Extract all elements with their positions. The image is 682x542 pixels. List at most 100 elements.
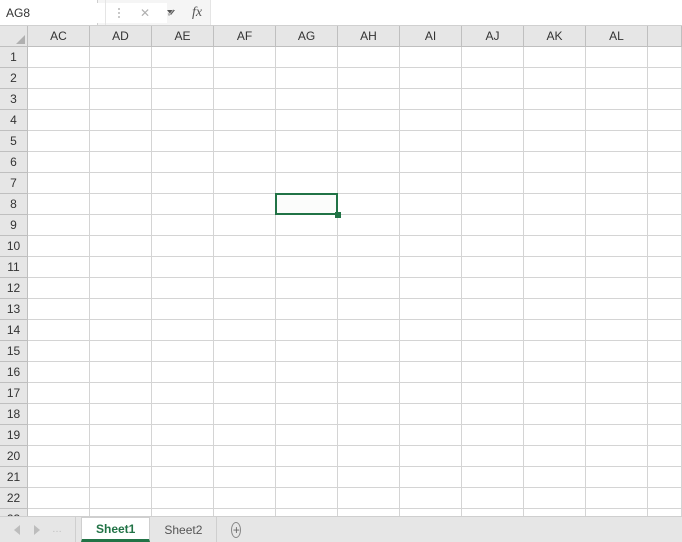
cell[interactable] <box>90 383 152 404</box>
cell[interactable] <box>400 110 462 131</box>
cell[interactable] <box>400 509 462 516</box>
cell[interactable] <box>276 299 338 320</box>
column-header[interactable] <box>648 26 682 47</box>
cell[interactable] <box>152 362 214 383</box>
cell[interactable] <box>28 299 90 320</box>
cell[interactable] <box>28 110 90 131</box>
cell[interactable] <box>214 257 276 278</box>
cell[interactable] <box>462 404 524 425</box>
cell[interactable] <box>524 68 586 89</box>
cell[interactable] <box>586 152 648 173</box>
row-header[interactable]: 7 <box>0 173 28 194</box>
column-header[interactable]: AG <box>276 26 338 47</box>
cell[interactable] <box>28 89 90 110</box>
cell[interactable] <box>152 236 214 257</box>
cell[interactable] <box>524 404 586 425</box>
cell[interactable] <box>648 341 682 362</box>
cell[interactable] <box>90 47 152 68</box>
cell[interactable] <box>28 446 90 467</box>
cell[interactable] <box>276 236 338 257</box>
formula-confirm-button[interactable]: ✓ <box>158 0 184 25</box>
cell[interactable] <box>524 299 586 320</box>
cell[interactable] <box>338 173 400 194</box>
cell[interactable] <box>400 446 462 467</box>
cell[interactable] <box>214 131 276 152</box>
row-header[interactable]: 1 <box>0 47 28 68</box>
cell[interactable] <box>524 173 586 194</box>
cell[interactable] <box>586 362 648 383</box>
cell[interactable] <box>338 509 400 516</box>
cell[interactable] <box>586 110 648 131</box>
cell[interactable] <box>28 488 90 509</box>
column-header[interactable]: AC <box>28 26 90 47</box>
cell[interactable] <box>28 278 90 299</box>
cell[interactable] <box>28 47 90 68</box>
cell[interactable] <box>586 467 648 488</box>
cell[interactable] <box>400 194 462 215</box>
formula-input[interactable] <box>210 0 682 25</box>
cell[interactable] <box>648 425 682 446</box>
cell[interactable] <box>90 299 152 320</box>
cell[interactable] <box>90 89 152 110</box>
cell[interactable] <box>214 173 276 194</box>
cell[interactable] <box>28 215 90 236</box>
cell[interactable] <box>338 236 400 257</box>
cell[interactable] <box>648 488 682 509</box>
cell[interactable] <box>338 488 400 509</box>
formula-bar-more-button[interactable] <box>106 0 132 25</box>
cell[interactable] <box>214 341 276 362</box>
new-sheet-button[interactable]: + <box>217 517 255 542</box>
cell[interactable] <box>90 110 152 131</box>
cell[interactable] <box>586 194 648 215</box>
row-header[interactable]: 10 <box>0 236 28 257</box>
row-header[interactable]: 6 <box>0 152 28 173</box>
cell[interactable] <box>462 509 524 516</box>
cell[interactable] <box>524 47 586 68</box>
cell[interactable] <box>586 236 648 257</box>
cell[interactable] <box>338 425 400 446</box>
cell[interactable] <box>152 152 214 173</box>
cell[interactable] <box>462 257 524 278</box>
formula-cancel-button[interactable]: ✕ <box>132 0 158 25</box>
cell[interactable] <box>276 173 338 194</box>
cell[interactable] <box>586 383 648 404</box>
cell[interactable] <box>524 425 586 446</box>
cell[interactable] <box>90 446 152 467</box>
cell[interactable] <box>462 89 524 110</box>
sheet-tab[interactable]: Sheet1 <box>81 517 150 542</box>
cell[interactable] <box>338 383 400 404</box>
cell[interactable] <box>338 68 400 89</box>
tab-scroll-left-button[interactable] <box>10 517 24 542</box>
cell[interactable] <box>214 89 276 110</box>
cell[interactable] <box>28 425 90 446</box>
cell[interactable] <box>400 404 462 425</box>
cell[interactable] <box>152 68 214 89</box>
cell[interactable] <box>524 320 586 341</box>
cell[interactable] <box>276 341 338 362</box>
cell[interactable] <box>648 278 682 299</box>
column-header[interactable]: AF <box>214 26 276 47</box>
sheet-tab[interactable]: Sheet2 <box>150 517 217 542</box>
cell[interactable] <box>648 299 682 320</box>
cell[interactable] <box>648 509 682 516</box>
cell[interactable] <box>400 68 462 89</box>
cell[interactable] <box>462 425 524 446</box>
cell[interactable] <box>276 68 338 89</box>
column-header[interactable]: AE <box>152 26 214 47</box>
cell[interactable] <box>214 383 276 404</box>
cell[interactable] <box>586 509 648 516</box>
cell[interactable] <box>400 278 462 299</box>
cell[interactable] <box>90 257 152 278</box>
cell[interactable] <box>152 383 214 404</box>
cell[interactable] <box>214 47 276 68</box>
row-header[interactable]: 4 <box>0 110 28 131</box>
cell[interactable] <box>276 89 338 110</box>
cell[interactable] <box>524 278 586 299</box>
column-header[interactable]: AK <box>524 26 586 47</box>
row-header[interactable]: 12 <box>0 278 28 299</box>
cell[interactable] <box>276 425 338 446</box>
column-header[interactable]: AJ <box>462 26 524 47</box>
insert-function-button[interactable]: fx <box>184 0 210 25</box>
cell[interactable] <box>338 299 400 320</box>
cell[interactable] <box>462 215 524 236</box>
